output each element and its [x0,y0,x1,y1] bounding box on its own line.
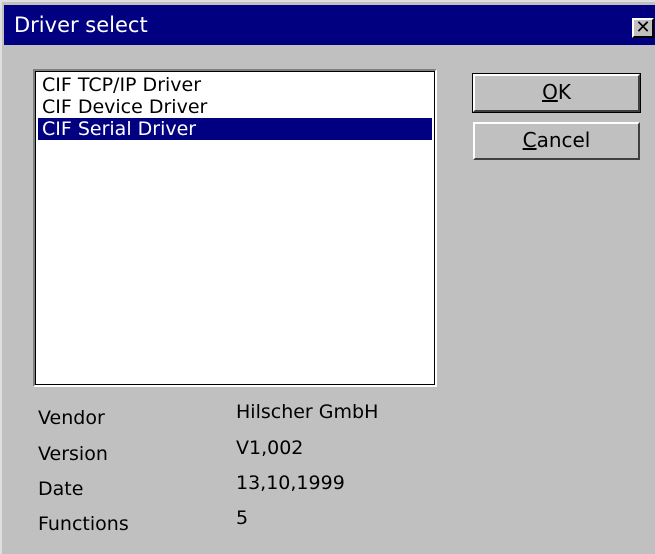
functions-label: Functions [38,513,129,535]
driver-listbox[interactable]: CIF TCP/IP Driver CIF Device Driver CIF … [33,69,437,387]
cancel-rest: ancel [536,128,591,152]
list-item-cif-tcpip-driver[interactable]: CIF TCP/IP Driver [38,74,432,96]
list-item-cif-serial-driver[interactable]: CIF Serial Driver [38,118,432,140]
vendor-label: Vendor [38,407,105,429]
version-label: Version [38,443,108,465]
functions-value: 5 [236,507,249,529]
date-value: 13,10,1999 [236,472,345,494]
list-item-cif-device-driver[interactable]: CIF Device Driver [38,96,432,118]
ok-accelerator: O [542,80,558,104]
vendor-value: Hilscher GmbH [236,401,379,423]
driver-select-dialog: Driver select ✕ CIF TCP/IP Driver CIF De… [0,0,655,554]
ok-button[interactable]: OK [472,73,641,113]
version-value: V1,002 [236,437,304,459]
close-button[interactable]: ✕ [632,18,654,38]
window-title: Driver select [14,13,148,37]
driver-list: CIF TCP/IP Driver CIF Device Driver CIF … [38,74,432,140]
date-label: Date [38,478,84,500]
title-bar[interactable]: Driver select ✕ [4,5,655,45]
ok-button-label: OK [542,80,571,104]
cancel-button-label: Cancel [523,128,591,152]
cancel-accelerator: C [522,128,537,152]
close-icon: ✕ [635,17,651,38]
ok-rest: K [557,80,571,104]
cancel-button[interactable]: Cancel [473,122,640,160]
